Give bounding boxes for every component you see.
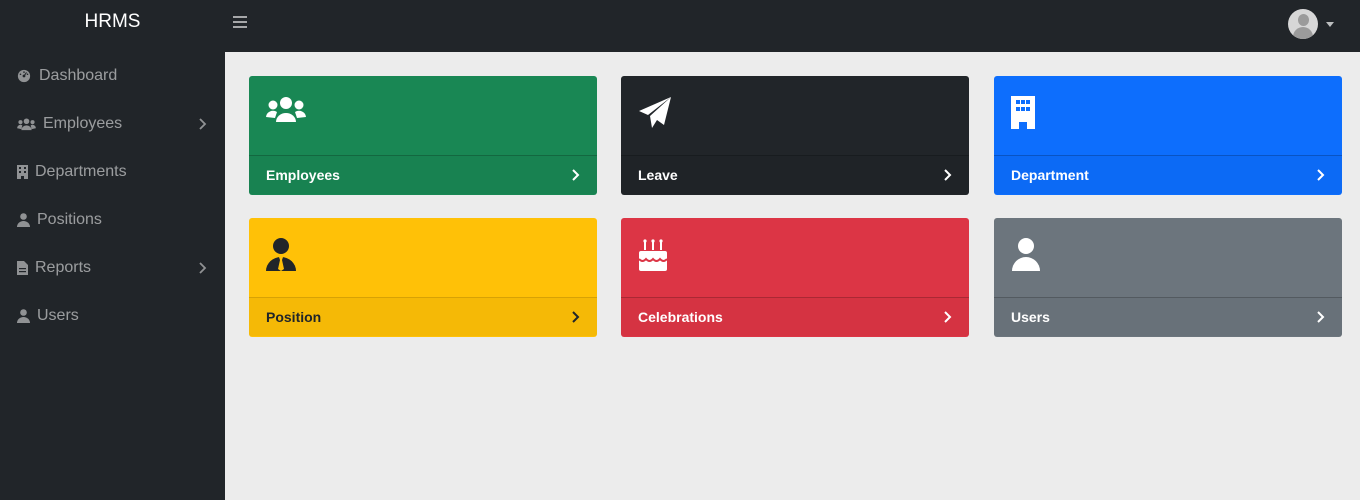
card-footer-link[interactable]: Position — [249, 297, 597, 336]
card-position[interactable]: Position — [249, 218, 597, 337]
card-department[interactable]: Department — [994, 76, 1342, 195]
building-icon — [1011, 96, 1051, 130]
dashboard-icon — [16, 68, 32, 84]
sidebar-item-dashboard[interactable]: Dashboard — [0, 52, 225, 100]
card-label: Users — [1011, 309, 1050, 325]
paper-plane-icon — [638, 96, 678, 130]
chevron-right-icon — [570, 168, 582, 182]
chevron-right-icon — [1315, 168, 1327, 182]
sidebar-item-label: Departments — [35, 163, 127, 180]
card-employees[interactable]: Employees — [249, 76, 597, 195]
card-celebrations[interactable]: Celebrations — [621, 218, 969, 337]
user-tie-icon — [16, 212, 30, 228]
sidebar-item-label: Positions — [37, 211, 102, 228]
sidebar-item-employees[interactable]: Employees — [0, 100, 225, 148]
card-label: Employees — [266, 167, 340, 183]
user-icon — [16, 308, 30, 324]
card-footer-link[interactable]: Leave — [621, 155, 969, 194]
sidebar-item-departments[interactable]: Departments — [0, 148, 225, 196]
birthday-cake-icon — [638, 238, 678, 272]
card-leave[interactable]: Leave — [621, 76, 969, 195]
card-label: Position — [266, 309, 322, 325]
brand-title[interactable]: HRMS — [0, 0, 225, 48]
card-footer-link[interactable]: Department — [994, 155, 1342, 194]
users-icon — [16, 116, 36, 132]
top-navbar — [225, 0, 1360, 52]
chevron-right-icon — [1315, 310, 1327, 324]
sidebar-item-label: Reports — [35, 259, 92, 276]
card-footer-link[interactable]: Employees — [249, 155, 597, 194]
chevron-right-icon — [196, 261, 210, 275]
building-icon — [16, 164, 28, 180]
chevron-right-icon — [942, 310, 954, 324]
sidebar-item-label: Users — [37, 307, 79, 324]
sidebar-item-label: Employees — [43, 115, 123, 132]
card-users[interactable]: Users — [994, 218, 1342, 337]
card-label: Department — [1011, 167, 1089, 183]
caret-down-icon[interactable] — [1326, 21, 1334, 27]
sidebar-item-users[interactable]: Users — [0, 292, 225, 340]
chevron-right-icon — [196, 117, 210, 131]
users-icon — [266, 96, 306, 130]
hamburger-icon[interactable] — [233, 16, 247, 30]
sidebar-item-label: Dashboard — [39, 67, 118, 84]
avatar-icon[interactable] — [1288, 9, 1318, 39]
sidebar-item-positions[interactable]: Positions — [0, 196, 225, 244]
sidebar-nav: Dashboard Employees Departments Position… — [0, 52, 225, 340]
user-tie-icon — [266, 238, 306, 272]
sidebar-item-reports[interactable]: Reports — [0, 244, 225, 292]
file-icon — [16, 260, 28, 276]
chevron-right-icon — [942, 168, 954, 182]
card-footer-link[interactable]: Celebrations — [621, 297, 969, 336]
card-label: Leave — [638, 167, 678, 183]
card-footer-link[interactable]: Users — [994, 297, 1342, 336]
card-label: Celebrations — [638, 309, 723, 325]
user-menu-dropdown[interactable] — [1288, 9, 1334, 39]
chevron-right-icon — [570, 310, 582, 324]
user-icon — [1011, 238, 1051, 272]
sidebar: HRMS Dashboard Employees Departments Pos… — [0, 0, 225, 500]
